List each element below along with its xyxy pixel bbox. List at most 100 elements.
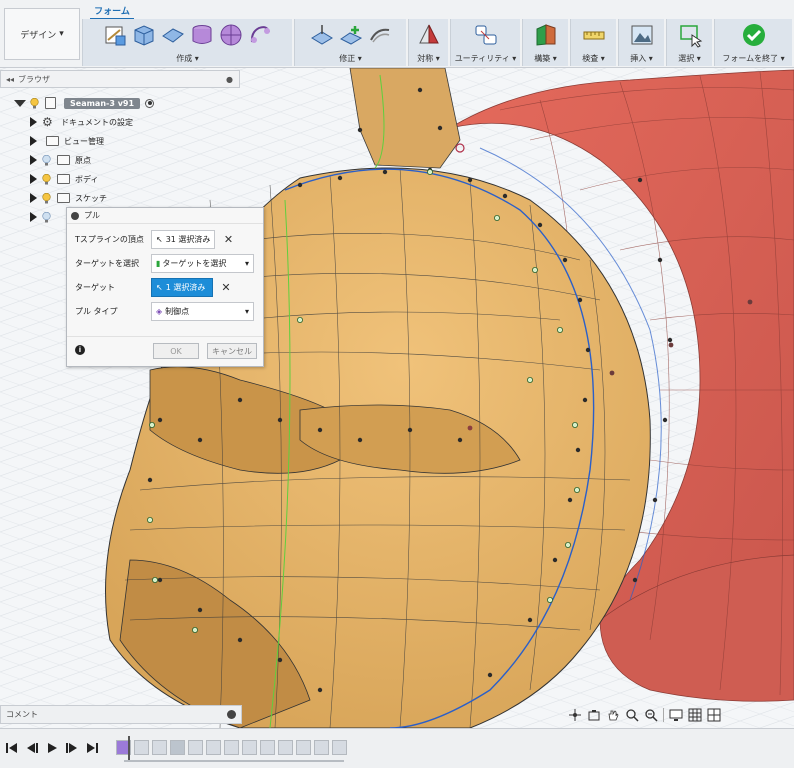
pan-hand-icon[interactable] — [606, 708, 620, 722]
clear-selection-icon[interactable]: ✕ — [221, 232, 235, 246]
timeline-feature[interactable] — [260, 740, 275, 755]
ok-button[interactable]: OK — [153, 343, 199, 359]
group-insert[interactable]: 挿入 ▾ — [618, 19, 664, 66]
group-select[interactable]: 選択 ▾ — [666, 19, 712, 66]
timeline-feature[interactable] — [206, 740, 221, 755]
construct-plane-icon[interactable] — [533, 22, 559, 48]
clear-selection-icon[interactable]: ✕ — [219, 280, 233, 294]
select-window-icon[interactable] — [677, 22, 703, 48]
measure-icon[interactable] — [581, 22, 607, 48]
expand-toggle-icon[interactable] — [30, 117, 37, 127]
play-icon[interactable] — [46, 742, 58, 754]
group-finish-form[interactable]: フォームを終了 ▾ — [714, 19, 792, 66]
root-component-label[interactable]: Seaman-3 v91 — [64, 97, 141, 109]
expand-toggle-icon[interactable] — [30, 193, 37, 203]
comments-panel[interactable]: コメント — [0, 705, 242, 724]
zoom-window-icon[interactable] — [644, 708, 658, 722]
group-symmetry[interactable]: 対称 ▾ — [408, 19, 448, 66]
visibility-bulb-off-icon[interactable] — [42, 211, 51, 223]
tree-item-sketches[interactable]: スケッチ — [30, 189, 107, 207]
activate-radio-icon[interactable] — [145, 98, 155, 108]
go-to-end-icon[interactable] — [86, 742, 98, 754]
group-insert-label[interactable]: 挿入 ▾ — [619, 53, 664, 64]
group-inspect-label[interactable]: 検査 ▾ — [571, 53, 616, 64]
group-utilities-label[interactable]: ユーティリティ ▾ — [451, 53, 520, 64]
utilities-icon[interactable] — [473, 22, 499, 48]
cylinder-icon[interactable] — [189, 22, 215, 48]
timeline-feature[interactable] — [296, 740, 311, 755]
expand-toggle-icon[interactable] — [30, 136, 37, 146]
timeline-feature[interactable] — [188, 740, 203, 755]
dialog-header[interactable]: プル — [67, 208, 263, 224]
tree-item-bodies[interactable]: ボディ — [30, 170, 98, 188]
box-plus-icon[interactable] — [102, 22, 128, 48]
insert-image-icon[interactable] — [629, 22, 655, 48]
step-forward-icon[interactable] — [66, 742, 78, 754]
collapse-panel-icon[interactable]: ◂◂ — [6, 75, 14, 84]
group-construct[interactable]: 構築 ▾ — [522, 19, 568, 66]
symmetry-icon[interactable] — [416, 22, 442, 48]
timeline-feature[interactable] — [152, 740, 167, 755]
visibility-bulb-icon[interactable] — [30, 97, 39, 109]
pull-type-dropdown[interactable]: ◈ 制御点 ▾ — [151, 301, 254, 321]
tree-item-named-views[interactable]: ビュー管理 — [30, 132, 104, 150]
tree-item-origin[interactable]: 原点 — [30, 151, 91, 169]
timeline-feature[interactable] — [314, 740, 329, 755]
zoom-icon[interactable] — [625, 708, 639, 722]
visibility-bulb-icon[interactable] — [42, 192, 51, 204]
tree-item-document-settings[interactable]: ⚙ ドキュメントの設定 — [30, 113, 133, 131]
tree-item-form[interactable] — [30, 208, 57, 226]
group-modify-label[interactable]: 修正 ▾ — [295, 53, 406, 64]
step-back-icon[interactable] — [26, 742, 38, 754]
target-selection-button[interactable]: ↖ 1 選択済み — [151, 277, 213, 297]
box-icon[interactable] — [131, 22, 157, 48]
vertices-selection-button[interactable]: ↖ 31 選択済み — [151, 229, 216, 249]
group-finish-form-label[interactable]: フォームを終了 ▾ — [715, 53, 792, 64]
expand-toggle-icon[interactable] — [14, 99, 26, 107]
timeline-feature[interactable] — [134, 740, 149, 755]
finish-form-check-icon[interactable] — [741, 22, 767, 48]
group-utilities[interactable]: ユーティリティ ▾ — [450, 19, 520, 66]
orbit-icon[interactable] — [568, 708, 582, 722]
grid-settings-icon[interactable] — [688, 708, 702, 722]
group-construct-label[interactable]: 構築 ▾ — [523, 53, 568, 64]
visibility-bulb-off-icon[interactable] — [42, 154, 51, 166]
look-at-icon[interactable] — [587, 708, 601, 722]
info-icon[interactable]: i — [75, 345, 85, 355]
cancel-button[interactable]: キャンセル — [207, 343, 257, 359]
group-create-label[interactable]: 作成 ▾ — [83, 53, 292, 64]
group-select-label[interactable]: 選択 ▾ — [667, 53, 712, 64]
quadball-icon[interactable] — [247, 22, 273, 48]
timeline-feature[interactable] — [242, 740, 257, 755]
group-create[interactable]: 作成 ▾ — [82, 19, 292, 66]
display-settings-icon[interactable] — [669, 708, 683, 722]
group-inspect[interactable]: 検査 ▾ — [570, 19, 616, 66]
expand-toggle-icon[interactable] — [30, 212, 37, 222]
group-modify[interactable]: 修正 ▾ — [294, 19, 406, 66]
subdivide-icon[interactable] — [367, 22, 393, 48]
workspace-switcher-button[interactable]: デザイン ▾ — [4, 8, 80, 60]
expand-toggle-icon[interactable] — [30, 155, 37, 165]
pull-dialog[interactable]: プル Tスプラインの頂点 ↖ 31 選択済み ✕ ターゲットを選択 ▮ ターゲッ… — [66, 207, 264, 367]
collapse-dialog-icon[interactable] — [71, 211, 79, 220]
insert-edge-icon[interactable] — [338, 22, 364, 48]
plane-icon[interactable] — [160, 22, 186, 48]
edit-form-icon[interactable] — [309, 22, 335, 48]
target-dropdown[interactable]: ▮ ターゲットを選択 ▾ — [151, 253, 254, 273]
timeline-feature[interactable] — [278, 740, 293, 755]
timeline-feature[interactable] — [170, 740, 185, 755]
viewports-icon[interactable] — [707, 708, 721, 722]
group-symmetry-label[interactable]: 対称 ▾ — [409, 53, 448, 64]
timeline-marker[interactable] — [128, 736, 130, 762]
sphere-icon[interactable] — [218, 22, 244, 48]
tab-form[interactable]: フォーム — [90, 4, 134, 20]
panel-options-icon[interactable]: ● — [226, 75, 233, 84]
timeline-feature[interactable] — [224, 740, 239, 755]
tree-root[interactable]: Seaman-3 v91 — [14, 94, 155, 112]
expand-toggle-icon[interactable] — [30, 174, 37, 184]
add-comment-icon[interactable] — [227, 710, 236, 719]
browser-header[interactable]: ◂◂ ブラウザ ● — [0, 70, 240, 88]
go-to-start-icon[interactable] — [6, 742, 18, 754]
timeline-feature[interactable] — [332, 740, 347, 755]
visibility-bulb-icon[interactable] — [42, 173, 51, 185]
